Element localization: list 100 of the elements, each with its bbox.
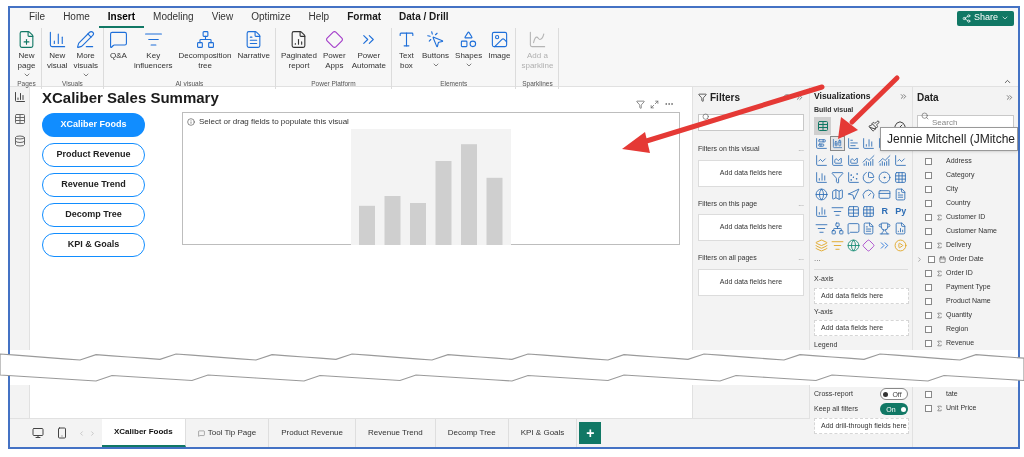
- sigma-icon: [935, 339, 943, 347]
- table-icon[interactable]: [845, 204, 861, 220]
- field-checkbox[interactable]: [925, 339, 932, 347]
- ribbon-button[interactable]: More visuals: [71, 30, 100, 79]
- tree-icon[interactable]: [829, 221, 845, 237]
- field-checkbox[interactable]: [925, 171, 932, 179]
- page-tab[interactable]: Revenue Trend: [356, 419, 436, 447]
- navigation-button[interactable]: Product Revenue: [42, 143, 145, 167]
- table-view-icon[interactable]: [13, 113, 26, 125]
- ribbon-tab[interactable]: Optimize: [242, 8, 300, 28]
- globe-icon[interactable]: [814, 187, 829, 203]
- navigation-button[interactable]: Revenue Trend: [42, 173, 145, 197]
- ribbon-tab[interactable]: Help: [299, 8, 339, 28]
- model-view-icon[interactable]: [13, 135, 26, 147]
- line-chart-icon[interactable]: [814, 153, 829, 169]
- navigation-button[interactable]: KPI & Goals: [42, 233, 145, 257]
- map-icon[interactable]: [829, 187, 845, 203]
- ribbon-button[interactable]: Text box: [394, 30, 418, 71]
- field-checkbox[interactable]: [925, 297, 932, 305]
- field-checkbox[interactable]: [925, 241, 932, 249]
- field-checkbox[interactable]: [925, 185, 932, 193]
- build-visual-tab[interactable]: [814, 117, 831, 136]
- phone-icon[interactable]: [56, 427, 68, 439]
- funnel-icon[interactable]: [829, 170, 845, 186]
- caret-icon: [464, 61, 473, 69]
- field-checkbox[interactable]: [925, 283, 932, 291]
- navigation-icon[interactable]: [845, 187, 861, 203]
- visual-hint: Select or drag fields to populate this visual: [199, 116, 349, 128]
- more-visuals[interactable]: ...: [814, 254, 908, 265]
- page-tab[interactable]: XCaliber Foods: [102, 419, 186, 447]
- ribbon-button[interactable]: Image: [486, 30, 513, 61]
- collapse-pane-icon[interactable]: [1005, 92, 1014, 102]
- share-button[interactable]: Share: [956, 10, 1014, 26]
- ribbon-button[interactable]: Q&A: [106, 30, 130, 61]
- report-view-icon[interactable]: [13, 91, 26, 103]
- field-checkbox[interactable]: [925, 157, 932, 165]
- navigation-button[interactable]: Decomp Tree: [42, 203, 145, 227]
- page-tab[interactable]: KPI & Goals: [508, 419, 578, 447]
- area-chart-icon[interactable]: [845, 153, 861, 169]
- matrix-icon[interactable]: [861, 204, 877, 220]
- scatter-icon[interactable]: [845, 170, 861, 186]
- speech-bubble-icon[interactable]: [845, 221, 861, 237]
- focus-mode-icon[interactable]: [650, 99, 659, 109]
- ribbon-button[interactable]: Key influencers: [131, 30, 175, 71]
- desktop-icon[interactable]: [32, 427, 44, 439]
- column-chart-icon[interactable]: [829, 136, 845, 152]
- combo-chart-icon[interactable]: [861, 153, 877, 169]
- ribbon-tab[interactable]: Modeling: [144, 8, 203, 28]
- collapse-pane-icon[interactable]: [899, 91, 908, 101]
- bar-chart-icon[interactable]: [845, 136, 861, 152]
- ribbon-button[interactable]: Power Automate: [349, 30, 388, 71]
- field-checkbox[interactable]: [925, 325, 932, 333]
- page-tab[interactable]: Product Revenue: [269, 419, 356, 447]
- ribbon-button[interactable]: Paginated report: [278, 30, 319, 71]
- trophy-icon[interactable]: [877, 221, 893, 237]
- page-tab[interactable]: Tool Tip Page: [185, 419, 270, 447]
- add-page-button[interactable]: +: [579, 422, 602, 444]
- pane-title: Data: [917, 90, 939, 105]
- field-checkbox[interactable]: [925, 269, 932, 277]
- diamond-icon[interactable]: [861, 238, 877, 254]
- collapse-ribbon-icon[interactable]: [1003, 77, 1012, 86]
- field-checkbox[interactable]: [925, 227, 932, 235]
- ribbon-button[interactable]: New page: [15, 30, 38, 79]
- user-tooltip: Jennie Mitchell (JMitche: [880, 127, 1019, 151]
- globe-icon[interactable]: [845, 238, 861, 254]
- ribbon-button[interactable]: New visual: [45, 30, 70, 71]
- ribbon-tab[interactable]: File: [20, 8, 55, 28]
- filter-icon[interactable]: [636, 99, 645, 109]
- diamond-icon: [324, 30, 344, 49]
- sigma-icon: [935, 404, 943, 412]
- ribbon-button[interactable]: Decomposition tree: [176, 30, 234, 71]
- ribbon-tab[interactable]: Data / Drill: [390, 8, 458, 28]
- ribbon-tab[interactable]: Home: [54, 8, 99, 28]
- combo-chart-icon[interactable]: [877, 153, 893, 169]
- visual-placeholder[interactable]: Select or drag fields to populate this visual: [182, 112, 680, 245]
- expand-icon[interactable]: [916, 255, 923, 263]
- ribbon-tab[interactable]: View: [202, 8, 243, 28]
- area-chart-icon[interactable]: [829, 153, 845, 169]
- search-icon: [702, 113, 710, 121]
- field-checkbox[interactable]: [925, 311, 932, 319]
- pie-chart-icon[interactable]: [861, 170, 877, 186]
- ribbon-button[interactable]: Buttons: [419, 30, 452, 69]
- ribbon-tab[interactable]: Insert: [98, 8, 145, 28]
- donut-chart-icon[interactable]: [877, 170, 893, 186]
- ribbon-button[interactable]: Power Apps: [321, 30, 348, 71]
- field-checkbox[interactable]: [925, 404, 932, 412]
- field-checkbox[interactable]: [925, 390, 932, 398]
- sparkline-icon: [527, 30, 547, 49]
- script-visual-label[interactable]: Py: [893, 204, 909, 220]
- field-checkbox[interactable]: [928, 255, 935, 263]
- ribbon-button[interactable]: Shapes: [453, 30, 485, 69]
- field-checkbox[interactable]: [925, 199, 932, 207]
- stacked-bar-icon[interactable]: [814, 136, 829, 152]
- ribbon-tab[interactable]: Format: [338, 8, 391, 28]
- ribbon-button[interactable]: Narrative: [235, 30, 272, 61]
- page-tab[interactable]: Decomp Tree: [435, 419, 509, 447]
- column-chart-icon[interactable]: [861, 136, 877, 152]
- script-visual-label[interactable]: R: [877, 204, 893, 220]
- pane-title: Filters: [710, 90, 740, 105]
- field-checkbox[interactable]: [925, 213, 932, 221]
